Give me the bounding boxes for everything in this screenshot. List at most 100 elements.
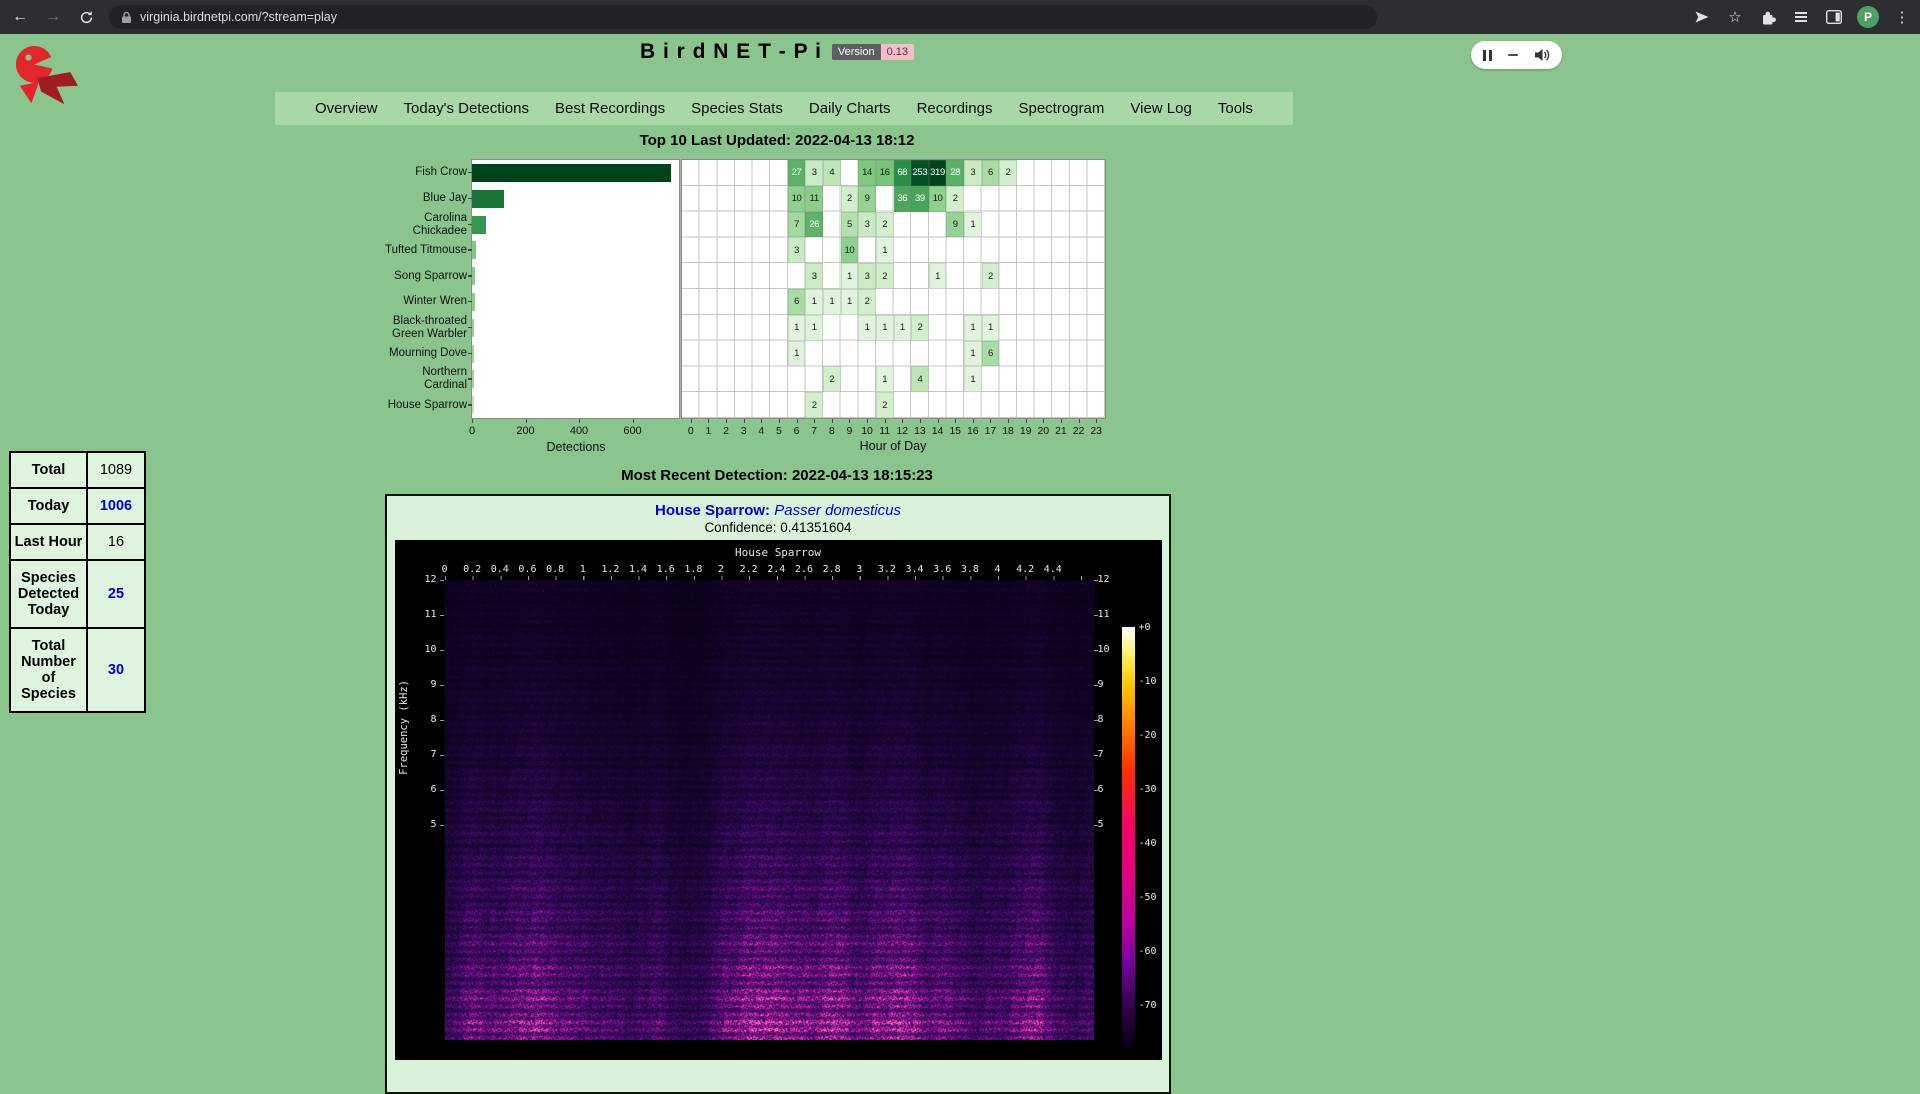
hour-tick-label: 1 — [706, 425, 712, 437]
nav-item-view-log[interactable]: View Log — [1130, 100, 1191, 117]
hour-tick-label: 10 — [861, 425, 873, 437]
spec-x-tick-label: 1 — [580, 564, 586, 575]
nav-item-today-s-detections[interactable]: Today's Detections — [404, 100, 529, 117]
axis-tick — [468, 198, 472, 200]
profile-avatar[interactable]: P — [1857, 6, 1879, 28]
heatmap-cell: 2 — [805, 392, 823, 418]
heatmap-cell: 10 — [788, 186, 806, 212]
bookmark-star-icon[interactable]: ☆ — [1725, 7, 1745, 27]
browser-menu-icon[interactable]: ⋮ — [1892, 7, 1912, 27]
heatmap-cell: 2 — [858, 289, 876, 315]
axis-tick — [1061, 419, 1062, 423]
axis-tick — [885, 419, 886, 423]
most-recent-detection: Most Recent Detection: 2022-04-13 18:15:… — [621, 467, 933, 484]
hour-tick-label: 6 — [794, 425, 800, 437]
heatmap-cell: 9 — [946, 212, 964, 238]
heatmap-cell: 1 — [876, 237, 894, 263]
url-bar[interactable]: virginia.birdnetpi.com/?stream=play — [109, 5, 1377, 29]
heatmap-cell: 253 — [911, 160, 929, 186]
axis-tick — [468, 249, 472, 251]
heatmap-cell: 10 — [841, 237, 859, 263]
detection-species-link[interactable]: House Sparrow: — [655, 502, 770, 519]
reading-list-icon[interactable] — [1791, 7, 1811, 27]
heatmap-cell: 3 — [805, 160, 823, 186]
forward-button[interactable]: → — [40, 4, 66, 30]
spec-y-tick-label: 5 — [1098, 819, 1124, 831]
heatmap-cell: 1 — [876, 366, 894, 392]
side-panel-icon[interactable] — [1824, 7, 1844, 27]
detection-title: House Sparrow: Passer domesticus — [387, 502, 1169, 520]
hour-tick-label: 18 — [1002, 425, 1014, 437]
heatmap-cell: 3 — [805, 263, 823, 289]
hour-tick-label: 5 — [776, 425, 782, 437]
heatmap-cell: 1 — [788, 341, 806, 367]
share-button[interactable] — [1692, 7, 1712, 27]
hour-tick-label: 2 — [723, 425, 729, 437]
axis-tick — [920, 419, 921, 423]
hour-tick-label: 11 — [879, 425, 890, 437]
birdnet-logo[interactable] — [8, 43, 82, 111]
back-button[interactable]: ← — [7, 4, 33, 30]
axis-tick — [832, 419, 833, 423]
axis-tick — [468, 327, 472, 329]
detection-scientific-name[interactable]: Passer domesticus — [774, 502, 901, 519]
heatmap-cell: 3 — [788, 237, 806, 263]
axis-tick — [1026, 419, 1027, 423]
send-icon — [1694, 9, 1710, 25]
spec-x-tick-label: 4.4 — [1044, 564, 1062, 575]
axis-tick — [526, 419, 527, 423]
detection-count-bar — [472, 216, 486, 234]
volume-icon[interactable] — [1534, 48, 1550, 62]
spec-y-tick-label: 10 — [411, 644, 437, 656]
hour-tick-label: 23 — [1090, 425, 1102, 437]
spec-y-tick-label: 7 — [1098, 749, 1124, 761]
nav-item-spectrogram[interactable]: Spectrogram — [1018, 100, 1104, 117]
heatmap-cell: 1 — [982, 315, 1000, 341]
bar-axis-tick-label: 600 — [623, 425, 641, 437]
species-label: Blue Jay — [423, 192, 467, 205]
axis-tick — [1043, 419, 1044, 423]
stat-species-today-value[interactable]: 25 — [87, 560, 145, 628]
url-text: virginia.birdnetpi.com/?stream=play — [140, 10, 337, 24]
nav-item-overview[interactable]: Overview — [315, 100, 378, 117]
hour-tick-label: 12 — [896, 425, 908, 437]
spectrogram-x-ticks — [445, 576, 1094, 580]
reload-button[interactable] — [73, 4, 99, 30]
species-label: Fish Crow — [415, 166, 467, 179]
heatmap-cell: 68 — [894, 160, 912, 186]
spec-y-tick-label: 8 — [1098, 714, 1124, 726]
nav-item-daily-charts[interactable]: Daily Charts — [809, 100, 891, 117]
audio-player[interactable] — [1471, 41, 1562, 69]
page-title: B i r d N E T - P i — [640, 40, 822, 64]
detections-axis-label: Detections — [546, 440, 605, 454]
table-row: Today 1006 — [10, 488, 145, 524]
hour-tick-label: 0 — [688, 425, 694, 437]
heatmap-cell: 10 — [929, 186, 947, 212]
nav-item-best-recordings[interactable]: Best Recordings — [555, 100, 665, 117]
nav-item-recordings[interactable]: Recordings — [917, 100, 993, 117]
nav-item-tools[interactable]: Tools — [1218, 100, 1253, 117]
nav-item-species-stats[interactable]: Species Stats — [691, 100, 783, 117]
heatmap-cell: 11 — [805, 186, 823, 212]
axis-tick — [468, 404, 472, 406]
heatmap-cell: 2 — [999, 160, 1017, 186]
axis-tick — [1096, 419, 1097, 423]
bar-panel — [471, 159, 680, 419]
top10-heading: Top 10 Last Updated: 2022-04-13 18:12 — [640, 132, 915, 149]
heatmap-cell: 36 — [894, 186, 912, 212]
hour-tick-label: 8 — [829, 425, 835, 437]
extensions-icon[interactable] — [1758, 7, 1778, 27]
spectrogram: House Sparrow Frequency (kHz) 00.20.40.6… — [395, 540, 1162, 1060]
page: B i r d N E T - P i Version 0.13 Overvie… — [0, 34, 1920, 1017]
species-label: Black-throated Green Warbler — [392, 315, 467, 341]
stat-total-species-value[interactable]: 30 — [87, 628, 145, 712]
stat-today-value[interactable]: 1006 — [87, 488, 145, 524]
seek-bar[interactable] — [1508, 54, 1518, 57]
stat-total-value: 1089 — [87, 452, 145, 488]
spec-x-tick-label: 3.4 — [906, 564, 924, 575]
heatmap-cell: 2 — [911, 315, 929, 341]
pause-icon[interactable] — [1483, 50, 1492, 61]
spec-x-tick-label: 4.2 — [1016, 564, 1034, 575]
spec-y-tick-label: 11 — [411, 609, 437, 621]
spec-y-tick-label: 12 — [1098, 574, 1124, 586]
